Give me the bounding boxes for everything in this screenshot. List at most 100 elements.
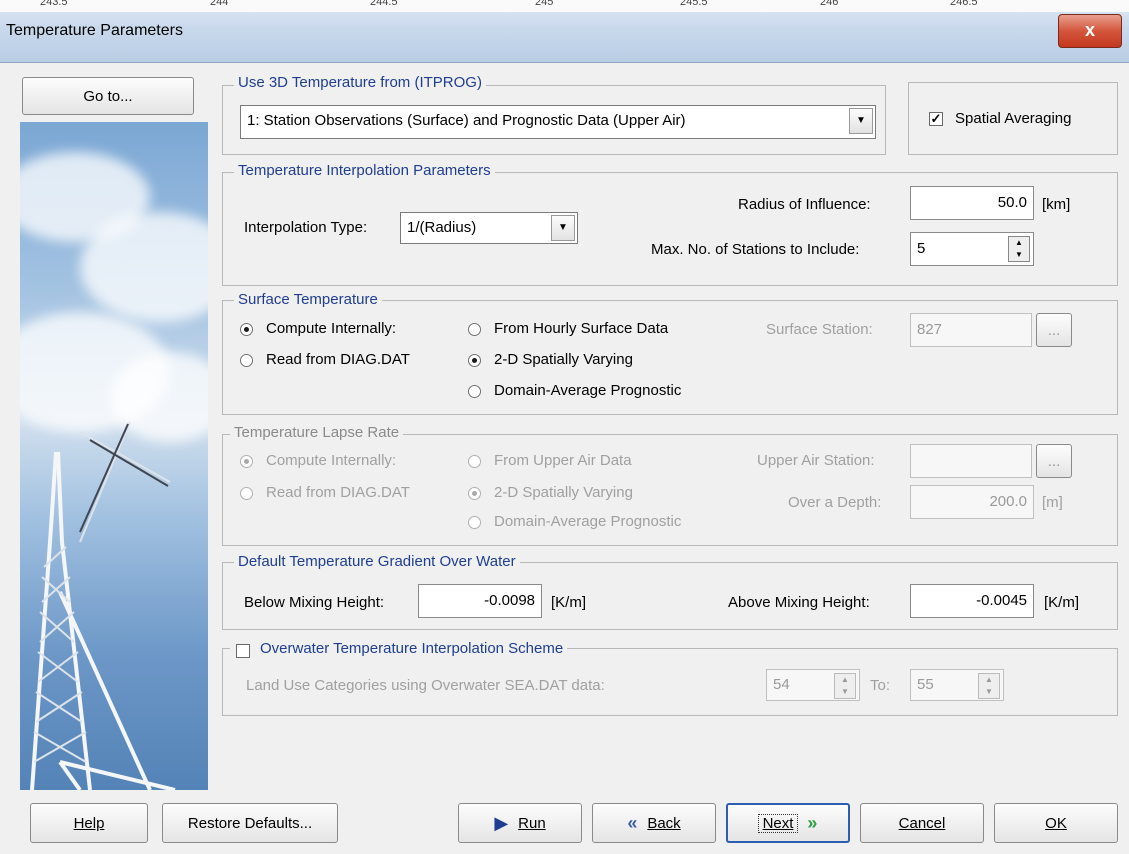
max-stations-stepper[interactable]: 5 ▲ ▼ [910,232,1034,266]
next-label: Next [757,813,799,833]
below-mixing-label: Below Mixing Height: [244,594,385,611]
spatial-averaging-label: Spatial Averaging [955,110,1072,127]
surface-read-label: Read from DIAG.DAT [266,351,410,368]
surface-domain-radio[interactable] [468,385,481,398]
run-button[interactable]: ▶ Run [458,803,582,843]
chevron-right-icon: » [807,812,818,833]
help-label: Help [73,814,105,832]
axis-tick-label: 246.5 [950,0,978,8]
interpolation-type-value: 1/(Radius) [407,219,477,236]
spinner-icon[interactable]: ▲ ▼ [834,673,856,699]
surface-domain-label: Domain-Average Prognostic [494,382,682,399]
lapse-upper-radio[interactable] [468,455,481,468]
surface-hourly-radio[interactable] [468,323,481,336]
depth-unit: [m] [1042,494,1063,511]
chevron-down-icon: ▼ [551,215,575,241]
axis-tick-label: 245 [535,0,554,8]
axis-tick-label: 245.5 [680,0,708,8]
axis-tick-label: 246 [820,0,839,8]
use3d-legend: Use 3D Temperature from (ITPROG) [234,74,486,91]
tower-image [20,122,208,790]
surface-compute-radio[interactable] [240,323,253,336]
lapse-compute-radio[interactable] [240,455,253,468]
radius-input[interactable]: 50.0 [910,186,1034,220]
background-axis-strip: 243.5 244 244.5 245 245.5 246 246.5 [0,0,1129,12]
temperature-source-value: 1: Station Observations (Surface) and Pr… [247,112,686,129]
upper-air-station-label: Upper Air Station: [757,452,875,469]
interpolation-type-select[interactable]: 1/(Radius) ▼ [400,212,578,244]
window-title: Temperature Parameters [6,22,183,39]
depth-label: Over a Depth: [788,494,882,511]
overwater-from-value: 54 [773,676,790,693]
surface-compute-label: Compute Internally: [266,320,397,337]
goto-label: Go to... [83,87,133,105]
lapse-spatial-label: 2-D Spatially Varying [494,484,633,501]
back-label: Back [647,814,681,832]
spinner-icon[interactable]: ▲ ▼ [1008,236,1030,262]
surface-station-input[interactable]: 827 [910,313,1032,347]
radius-unit: [km] [1042,196,1071,213]
chevron-left-icon: « [627,812,638,833]
cancel-button[interactable]: Cancel [860,803,984,843]
overwater-checkbox[interactable] [236,644,250,658]
interpolation-type-label: Interpolation Type: [244,219,368,236]
radius-label: Radius of Influence: [738,196,871,213]
next-button[interactable]: Next » [726,803,850,843]
surface-read-radio[interactable] [240,354,253,367]
surface-station-browse-button[interactable]: ... [1036,313,1072,347]
lapse-compute-label: Compute Internally: [266,452,397,469]
upper-air-browse-button[interactable]: ... [1036,444,1072,478]
to-label: To: [870,677,891,694]
surface-hourly-label: From Hourly Surface Data [494,320,669,337]
spinner-icon[interactable]: ▲ ▼ [978,673,1000,699]
help-button[interactable]: Help [30,803,148,843]
play-icon: ▶ [494,812,509,833]
chevron-down-icon: ▼ [849,108,873,134]
surface-spatial-label: 2-D Spatially Varying [494,351,633,368]
overwater-legend-wrap: Overwater Temperature Interpolation Sche… [230,640,568,657]
above-mixing-input[interactable]: -0.0045 [910,584,1034,618]
overwater-legend: Overwater Temperature Interpolation Sche… [260,640,564,657]
land-use-label: Land Use Categories using Overwater SEA.… [246,677,605,694]
axis-tick-label: 243.5 [40,0,68,8]
max-stations-label: Max. No. of Stations to Include: [651,241,860,258]
ok-label: OK [1045,814,1067,832]
surface-temperature-legend: Surface Temperature [234,291,382,308]
axis-tick-label: 244 [210,0,229,8]
overwater-from-stepper[interactable]: 54 ▲ ▼ [766,669,860,701]
restore-defaults-button[interactable]: Restore Defaults... [162,803,338,843]
upper-air-station-input[interactable] [910,444,1032,478]
lapse-rate-legend: Temperature Lapse Rate [230,424,404,441]
lapse-read-radio[interactable] [240,487,253,500]
interpolation-legend: Temperature Interpolation Parameters [234,162,495,179]
temperature-source-select[interactable]: 1: Station Observations (Surface) and Pr… [240,105,876,139]
goto-button[interactable]: Go to... [22,77,194,115]
lapse-upper-label: From Upper Air Data [494,452,632,469]
title-bar: 243.5 244 244.5 245 245.5 246 246.5 Temp… [0,0,1129,63]
lapse-domain-label: Domain-Average Prognostic [494,513,682,530]
tower-icon [30,421,176,790]
restore-defaults-label: Restore Defaults... [187,814,313,832]
surface-spatial-radio[interactable] [468,354,481,367]
back-button[interactable]: « Back [592,803,716,843]
above-mixing-unit: [K/m] [1044,594,1080,611]
lapse-domain-radio[interactable] [468,516,481,529]
close-button[interactable]: x [1058,14,1122,48]
run-label: Run [518,814,546,832]
overwater-to-stepper[interactable]: 55 ▲ ▼ [910,669,1004,701]
below-mixing-unit: [K/m] [551,594,587,611]
ok-button[interactable]: OK [994,803,1118,843]
max-stations-value: 5 [917,240,926,257]
above-mixing-label: Above Mixing Height: [728,594,870,611]
lapse-spatial-radio[interactable] [468,487,481,500]
depth-input[interactable]: 200.0 [910,485,1034,519]
below-mixing-input[interactable]: -0.0098 [418,584,542,618]
lapse-read-label: Read from DIAG.DAT [266,484,410,501]
axis-tick-label: 244.5 [370,0,398,8]
close-icon: x [1084,20,1095,40]
spatial-averaging-checkbox[interactable]: ✓ [929,112,943,126]
surface-station-label: Surface Station: [766,321,873,338]
cancel-label: Cancel [898,814,946,832]
gradient-legend: Default Temperature Gradient Over Water [234,553,520,570]
overwater-to-value: 55 [917,676,934,693]
